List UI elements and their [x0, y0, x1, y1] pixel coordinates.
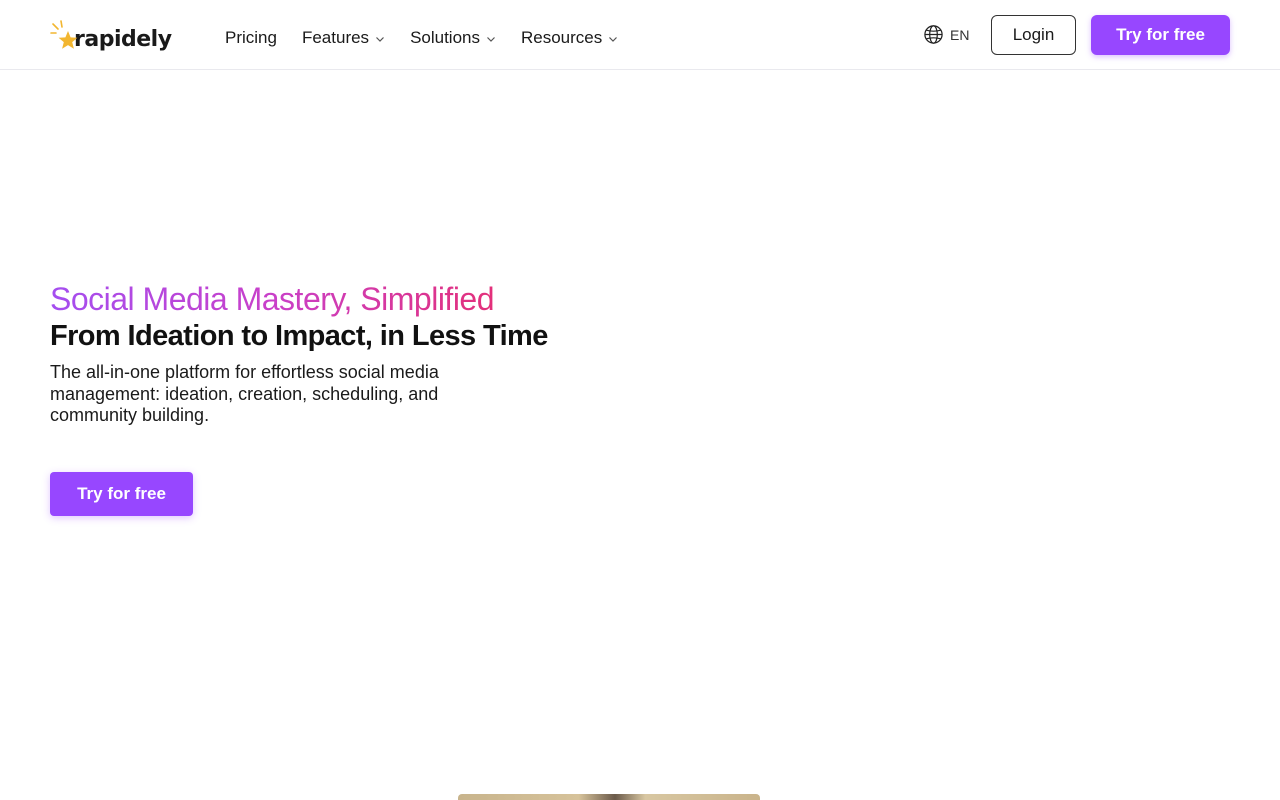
- nav-features[interactable]: Features: [302, 27, 385, 49]
- language-selector[interactable]: EN: [923, 24, 969, 45]
- logo-link[interactable]: rapidely: [50, 18, 172, 52]
- chevron-down-icon: [487, 37, 495, 42]
- hero-media-image: [458, 794, 760, 800]
- brand-name: rapidely: [74, 27, 172, 52]
- nav-resources[interactable]: Resources: [521, 27, 618, 49]
- try-for-free-hero-button[interactable]: Try for free: [50, 472, 193, 516]
- nav-solutions-label: Solutions: [410, 28, 480, 47]
- site-header: rapidely Pricing Features Solutions Reso…: [0, 0, 1280, 70]
- chevron-down-icon: [609, 37, 618, 42]
- hero-description: The all-in-one platform for effortless s…: [50, 362, 439, 425]
- login-button[interactable]: Login: [991, 15, 1076, 55]
- try-for-free-header-button[interactable]: Try for free: [1091, 15, 1230, 55]
- main-nav: Pricing Features Solutions Resources: [225, 27, 643, 49]
- nav-solutions[interactable]: Solutions: [410, 27, 496, 49]
- chevron-down-icon: [376, 37, 384, 42]
- globe-icon: [924, 25, 943, 44]
- star-logo-icon: [50, 20, 80, 52]
- nav-features-label: Features: [301, 28, 370, 47]
- language-code: EN: [950, 26, 970, 43]
- hero-title: Social Media Mastery, Simplified: [50, 281, 495, 317]
- hero-subtitle: From Ideation to Impact, in Less Time: [50, 320, 548, 352]
- nav-resources-label: Resources: [521, 28, 603, 47]
- nav-pricing-label: Pricing: [225, 28, 277, 47]
- nav-pricing[interactable]: Pricing: [225, 27, 277, 49]
